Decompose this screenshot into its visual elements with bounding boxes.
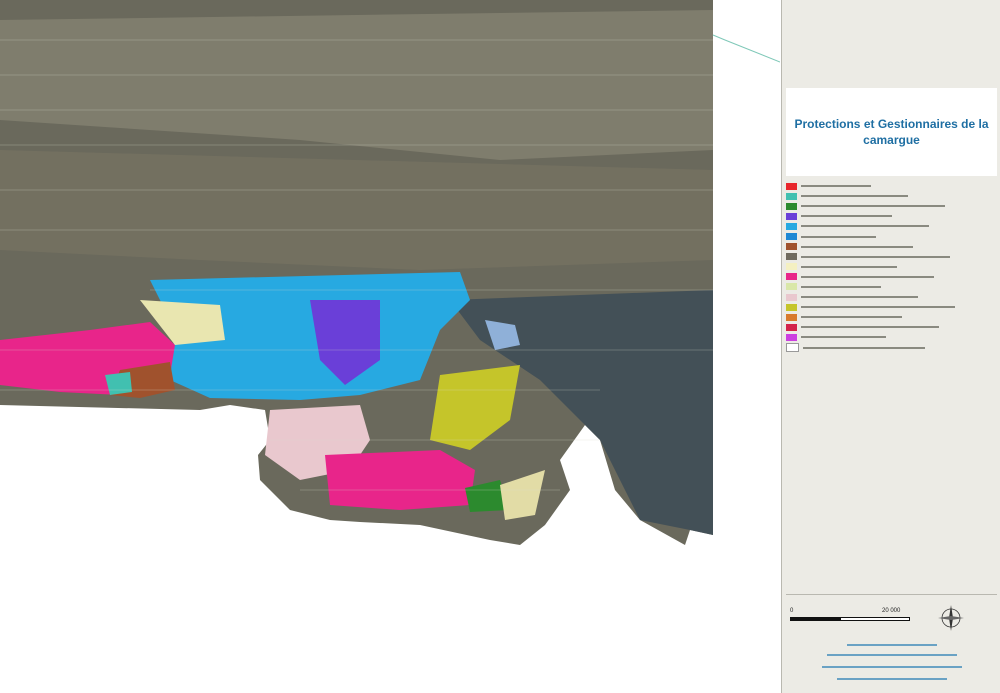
legend-label-placeholder bbox=[801, 296, 918, 299]
legend-item bbox=[786, 191, 997, 201]
map-canvas[interactable] bbox=[0, 0, 780, 693]
zone-magenta-south bbox=[325, 450, 475, 510]
legend-label-placeholder bbox=[801, 245, 913, 248]
legend-swatch bbox=[786, 243, 797, 251]
legend-swatch bbox=[786, 222, 797, 230]
legend-item bbox=[786, 231, 997, 241]
legend-item bbox=[786, 322, 997, 332]
legend-item bbox=[786, 181, 997, 191]
legend-item bbox=[786, 262, 997, 272]
legend-label-placeholder bbox=[801, 265, 897, 268]
legend-item bbox=[786, 211, 997, 221]
legend-swatch bbox=[786, 233, 797, 241]
legend-item bbox=[786, 252, 997, 262]
credit-line-4 bbox=[786, 677, 997, 683]
legend-label-placeholder bbox=[801, 225, 929, 228]
legend-panel: Protections et Gestionnaires de la camar… bbox=[781, 0, 1000, 693]
legend-item bbox=[786, 292, 997, 302]
legend-label-placeholder bbox=[801, 235, 876, 238]
legend-item bbox=[786, 221, 997, 231]
map-title: Protections et Gestionnaires de la camar… bbox=[794, 117, 989, 147]
legend-swatch bbox=[786, 293, 797, 301]
legend-label-placeholder bbox=[801, 316, 902, 319]
legend-swatch bbox=[786, 333, 797, 341]
legend-label-placeholder bbox=[801, 326, 939, 329]
credit-line-2 bbox=[786, 653, 997, 659]
legend-swatch bbox=[786, 313, 797, 321]
legend-label-placeholder bbox=[801, 185, 871, 188]
legend-swatch bbox=[786, 182, 797, 190]
legend-label-placeholder bbox=[801, 195, 908, 198]
legend-swatch bbox=[786, 323, 797, 331]
scale-start-label: 0 bbox=[790, 608, 794, 614]
legend-item bbox=[786, 242, 997, 252]
legend-item bbox=[786, 312, 997, 322]
legend-swatch bbox=[786, 273, 797, 281]
legend-label-placeholder bbox=[801, 205, 945, 208]
legend-label-placeholder bbox=[801, 255, 950, 258]
legend-swatch bbox=[786, 283, 797, 291]
legend-swatch bbox=[786, 212, 797, 220]
legend-swatch bbox=[786, 192, 797, 200]
legend-item bbox=[786, 282, 997, 292]
scale-bar bbox=[790, 617, 910, 621]
legend-label-placeholder bbox=[801, 306, 955, 309]
terrain-mid bbox=[0, 150, 713, 270]
legend-swatch bbox=[786, 263, 797, 271]
map-title-box: Protections et Gestionnaires de la camar… bbox=[786, 88, 997, 176]
legend bbox=[786, 181, 997, 353]
legend-label-placeholder bbox=[803, 346, 925, 349]
legend-item bbox=[786, 272, 997, 282]
credit-line-1 bbox=[786, 643, 997, 649]
compass-rose-icon bbox=[938, 605, 964, 631]
map-footer: 0 20 000 bbox=[786, 594, 997, 691]
legend-swatch bbox=[786, 343, 799, 353]
legend-swatch bbox=[786, 202, 797, 210]
credit-line-3 bbox=[786, 665, 997, 671]
legend-swatch bbox=[786, 303, 797, 311]
leader-line bbox=[712, 34, 780, 63]
legend-item bbox=[786, 201, 997, 211]
legend-item bbox=[786, 343, 997, 353]
scale-end-label: 20 000 bbox=[882, 608, 901, 614]
legend-label-placeholder bbox=[801, 275, 934, 278]
legend-label-placeholder bbox=[801, 285, 881, 288]
legend-item bbox=[786, 302, 997, 312]
legend-label-placeholder bbox=[801, 215, 892, 218]
legend-label-placeholder bbox=[801, 336, 886, 339]
legend-swatch bbox=[786, 253, 797, 261]
legend-item bbox=[786, 332, 997, 342]
